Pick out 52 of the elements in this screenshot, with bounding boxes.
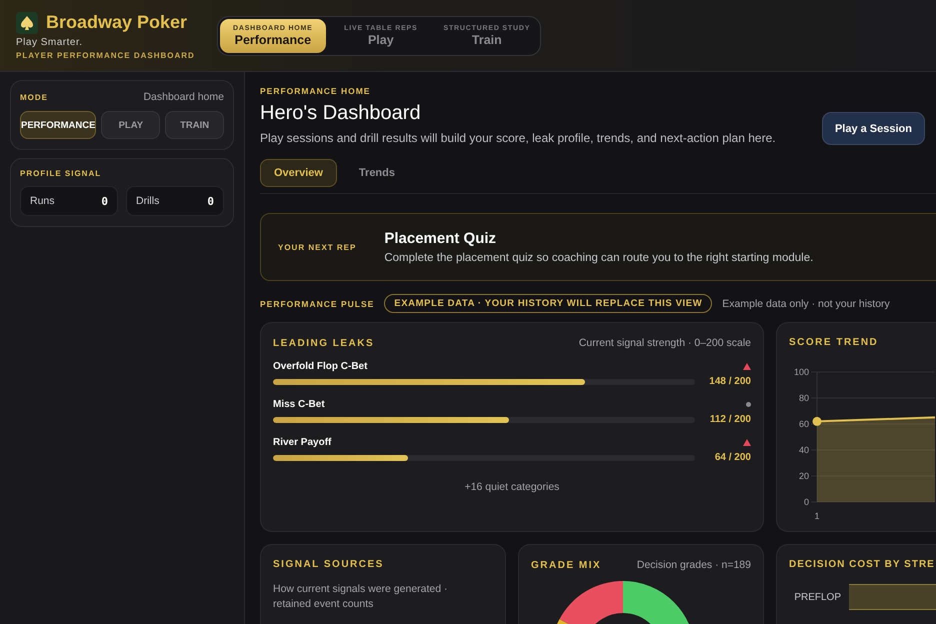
axis-tick-label: 80 [798,393,809,403]
mode-option[interactable]: PERFORMANCE [20,111,96,139]
card-title: SCORE TREND [789,337,880,348]
brand-name: Broadway Poker [46,12,188,33]
stat-value: 0 [207,194,214,208]
axis-tick-label: 60 [798,419,809,429]
card-description: How current signals were generated · retained event counts [273,582,449,612]
next-rep-title: Placement Quiz [384,230,498,247]
tab[interactable]: Trends [344,159,409,187]
leak-reading: 64 / 200 [714,452,751,463]
leak-name: River Payoff [273,437,332,448]
leak-name: Overfold Flop C-Bet [273,361,368,372]
stat-label: Runs [30,195,55,207]
leak-reading: 148 / 200 [708,376,751,387]
triangle-icon [743,363,751,370]
card-title: LEADING LEAKS [273,338,374,348]
mode-option[interactable]: PLAY [101,111,160,139]
leak-name: Miss C-Bet [273,399,325,410]
card-title: DECISION COST BY STRE [789,559,936,570]
tab[interactable]: Overview [260,159,337,187]
axis-tick-label: 40 [798,445,809,455]
next-rep-description: Complete the placement quiz so coaching can route you to the right starting module. [384,252,814,264]
street-label: PREFLOP [793,592,841,602]
pulse-note: Example data only · not your history [722,298,890,310]
card-title: SIGNAL SOURCES [273,559,385,570]
card-title: GRADE MIX [531,560,602,570]
page-eyebrow: PERFORMANCE HOME [260,86,372,96]
card-subtitle: Decision grades · n=189 [636,559,751,571]
dot-icon [746,402,751,407]
brand-tagline: Play Smarter. [16,36,84,48]
stat-value: 0 [101,194,108,208]
pulse-title: PERFORMANCE PULSE [260,298,374,308]
profile-signal-title: PROFILE SIGNAL [20,169,102,178]
page-description: Play sessions and drill results will build your score, leak profile, trends, and next-action plan here. [260,131,776,145]
mode-value: Dashboard home [143,91,224,103]
page-title: Hero's Dashboard [260,102,422,125]
brand-subtitle: PLAYER PERFORMANCE DASHBOARD [16,50,195,60]
leak-reading: 112 / 200 [708,414,751,425]
card-subtitle: Current signal strength · 0–200 scale [578,337,751,349]
next-rep-eyebrow: YOUR NEXT REP [278,242,356,252]
play-session-button[interactable]: Play a Session [822,112,925,145]
stat-label: Drills [136,195,160,207]
mode-title: MODE [20,92,48,102]
example-data-badge: EXAMPLE DATA · YOUR HISTORY WILL REPLACE THIS VIEW [384,294,712,313]
triangle-icon [743,439,751,446]
axis-tick-label: 20 [798,471,809,481]
mode-option[interactable]: TRAIN [165,111,224,139]
spade-logo-icon [16,12,38,34]
quiet-categories-note: +16 quiet categories [464,481,560,493]
axis-tick-label: 100 [794,367,809,377]
axis-tick-label: 0 [804,497,809,507]
axis-tick-label: 1 [814,511,820,521]
